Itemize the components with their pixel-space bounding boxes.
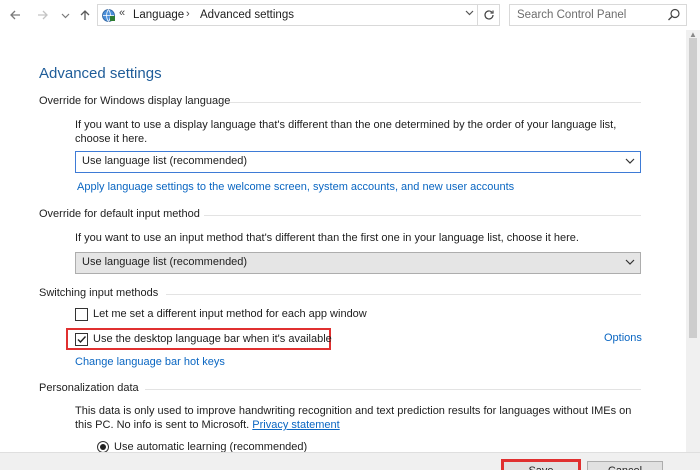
per-app-input-checkbox[interactable] [75, 307, 88, 321]
display-language-value: Use language list (recommended) [82, 155, 248, 167]
scrollbar-thumb[interactable] [689, 38, 697, 338]
language-globe-icon [102, 9, 115, 22]
switching-heading: Switching input methods [39, 287, 159, 299]
button-bar: Save Cancel [0, 452, 700, 470]
vertical-scrollbar[interactable]: ▲ [686, 30, 700, 452]
input-method-description: If you want to use an input method that'… [75, 232, 579, 244]
page-title: Advanced settings [39, 65, 162, 82]
navigation-bar: « Language › Advanced settings Search Co… [0, 0, 700, 30]
language-bar-checkbox[interactable] [75, 332, 88, 346]
section-divider [166, 294, 641, 295]
search-input[interactable]: Search Control Panel [509, 4, 687, 26]
apply-language-settings-link[interactable]: Apply language settings to the welcome s… [77, 181, 514, 193]
forward-arrow-icon[interactable] [34, 5, 52, 25]
search-icon[interactable] [666, 7, 682, 23]
input-method-select[interactable]: Use language list (recommended) [75, 252, 641, 274]
checkmark-icon [77, 335, 87, 343]
breadcrumb-language[interactable]: Language [133, 9, 184, 21]
privacy-statement-link[interactable]: Privacy statement [252, 419, 339, 431]
chevron-down-icon[interactable] [56, 5, 74, 25]
back-arrow-icon[interactable] [6, 5, 24, 25]
language-bar-hotkeys-link[interactable]: Change language bar hot keys [75, 356, 225, 368]
address-bar[interactable]: « Language › Advanced settings [97, 4, 500, 26]
language-bar-label: Use the desktop language bar when it's a… [93, 333, 332, 345]
personalization-text: This data is only used to improve handwr… [75, 405, 632, 431]
input-method-heading: Override for default input method [39, 208, 200, 220]
section-divider [204, 215, 641, 216]
advanced-settings-panel: Advanced settings Override for Windows d… [0, 30, 686, 453]
chevron-down-icon [625, 158, 635, 164]
chevron-down-icon [625, 259, 635, 265]
breadcrumb-separator[interactable]: › [186, 8, 190, 20]
section-divider [145, 389, 641, 390]
search-placeholder: Search Control Panel [517, 9, 627, 21]
per-app-input-checkbox-row[interactable]: Let me set a different input method for … [75, 306, 367, 322]
section-divider [230, 102, 641, 103]
personalization-heading: Personalization data [39, 382, 139, 394]
cancel-button[interactable]: Cancel [587, 461, 663, 470]
display-language-description: If you want to use a display language th… [75, 119, 617, 145]
input-method-value: Use language list (recommended) [82, 256, 248, 268]
breadcrumb-overflow[interactable]: « [119, 7, 125, 19]
display-language-heading: Override for Windows display language [39, 95, 231, 107]
per-app-input-label: Let me set a different input method for … [93, 308, 367, 320]
language-bar-checkbox-row[interactable]: Use the desktop language bar when it's a… [75, 331, 332, 347]
up-arrow-icon[interactable] [76, 5, 94, 25]
address-dropdown-icon[interactable] [465, 8, 474, 20]
save-button[interactable]: Save [501, 459, 581, 470]
personalization-description: This data is only used to improve handwr… [75, 404, 650, 432]
breadcrumb-advanced-settings[interactable]: Advanced settings [200, 9, 294, 21]
display-language-select[interactable]: Use language list (recommended) [75, 151, 641, 173]
refresh-icon[interactable] [477, 5, 499, 25]
options-link[interactable]: Options [604, 332, 642, 344]
